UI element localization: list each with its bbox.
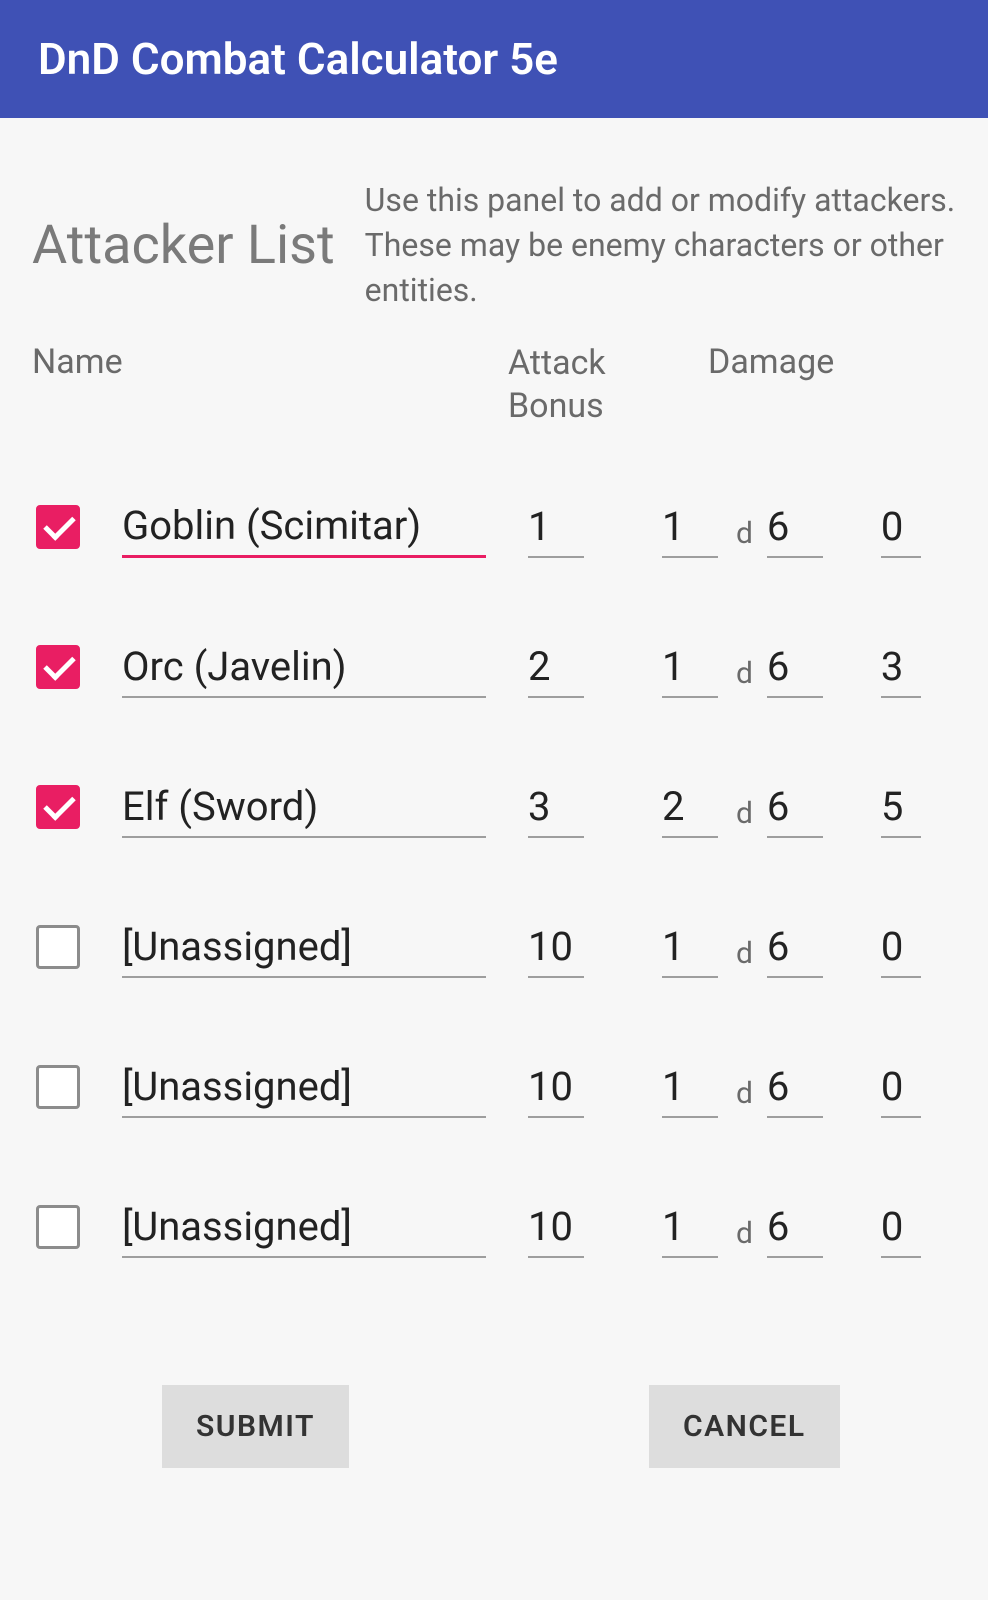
- column-header-damage: Damage: [708, 342, 968, 427]
- dice-sides-input[interactable]: [767, 777, 823, 838]
- dice-count-input[interactable]: [662, 497, 718, 558]
- column-header-attack: Attack Bonus: [508, 342, 708, 427]
- section-title: Attacker List: [32, 214, 335, 277]
- dice-count-input[interactable]: [662, 1057, 718, 1118]
- dice-sides-input[interactable]: [767, 497, 823, 558]
- dice-count-input[interactable]: [662, 777, 718, 838]
- section-header: Attacker List Use this panel to add or m…: [32, 178, 968, 312]
- checkbox-wrap: [32, 785, 122, 829]
- column-header-name: Name: [32, 342, 508, 427]
- dice-separator: d: [736, 1204, 753, 1251]
- attacker-name-input[interactable]: [122, 1197, 486, 1258]
- attacker-row: d: [32, 1157, 968, 1297]
- attack-bonus-input[interactable]: [528, 1197, 584, 1258]
- dice-count-input[interactable]: [662, 917, 718, 978]
- dice-sides-input[interactable]: [767, 637, 823, 698]
- button-row: SUBMIT CANCEL: [32, 1385, 968, 1468]
- submit-button[interactable]: SUBMIT: [162, 1385, 349, 1468]
- dice-separator: d: [736, 1064, 753, 1111]
- attacker-enabled-checkbox[interactable]: [36, 1205, 80, 1249]
- attack-bonus-input[interactable]: [528, 777, 584, 838]
- attacker-enabled-checkbox[interactable]: [36, 645, 80, 689]
- checkbox-wrap: [32, 1065, 122, 1109]
- dice-separator: d: [736, 644, 753, 691]
- attacker-name-input[interactable]: [122, 917, 486, 978]
- attacker-row: d: [32, 877, 968, 1017]
- attack-bonus-input[interactable]: [528, 637, 584, 698]
- cancel-button[interactable]: CANCEL: [649, 1385, 840, 1468]
- attacker-name-input[interactable]: [122, 1057, 486, 1118]
- attack-bonus-input[interactable]: [528, 917, 584, 978]
- dice-sides-input[interactable]: [767, 1057, 823, 1118]
- checkbox-wrap: [32, 505, 122, 549]
- attacker-name-input[interactable]: [122, 777, 486, 838]
- attacker-row: d: [32, 597, 968, 737]
- attacker-name-input[interactable]: [122, 496, 486, 558]
- damage-bonus-input[interactable]: [881, 1197, 921, 1258]
- dice-separator: d: [736, 504, 753, 551]
- attack-bonus-input[interactable]: [528, 1057, 584, 1118]
- attack-bonus-input[interactable]: [528, 497, 584, 558]
- main-content: Attacker List Use this panel to add or m…: [0, 118, 988, 1468]
- damage-bonus-input[interactable]: [881, 777, 921, 838]
- attacker-row: d: [32, 1017, 968, 1157]
- damage-bonus-input[interactable]: [881, 637, 921, 698]
- attacker-row: d: [32, 457, 968, 597]
- dice-separator: d: [736, 784, 753, 831]
- checkbox-wrap: [32, 925, 122, 969]
- attacker-enabled-checkbox[interactable]: [36, 925, 80, 969]
- attacker-enabled-checkbox[interactable]: [36, 505, 80, 549]
- checkbox-wrap: [32, 1205, 122, 1249]
- dice-sides-input[interactable]: [767, 1197, 823, 1258]
- section-description: Use this panel to add or modify attacker…: [365, 178, 968, 312]
- dice-count-input[interactable]: [662, 637, 718, 698]
- damage-bonus-input[interactable]: [881, 917, 921, 978]
- app-bar: DnD Combat Calculator 5e: [0, 0, 988, 118]
- column-headers: Name Attack Bonus Damage: [32, 342, 968, 427]
- dice-count-input[interactable]: [662, 1197, 718, 1258]
- attacker-row: d: [32, 737, 968, 877]
- checkbox-wrap: [32, 645, 122, 689]
- attacker-name-input[interactable]: [122, 637, 486, 698]
- attacker-enabled-checkbox[interactable]: [36, 785, 80, 829]
- dice-separator: d: [736, 924, 753, 971]
- damage-bonus-input[interactable]: [881, 1057, 921, 1118]
- attacker-rows: d d d d d d: [32, 457, 968, 1297]
- damage-bonus-input[interactable]: [881, 497, 921, 558]
- app-title: DnD Combat Calculator 5e: [38, 33, 558, 85]
- dice-sides-input[interactable]: [767, 917, 823, 978]
- attacker-enabled-checkbox[interactable]: [36, 1065, 80, 1109]
